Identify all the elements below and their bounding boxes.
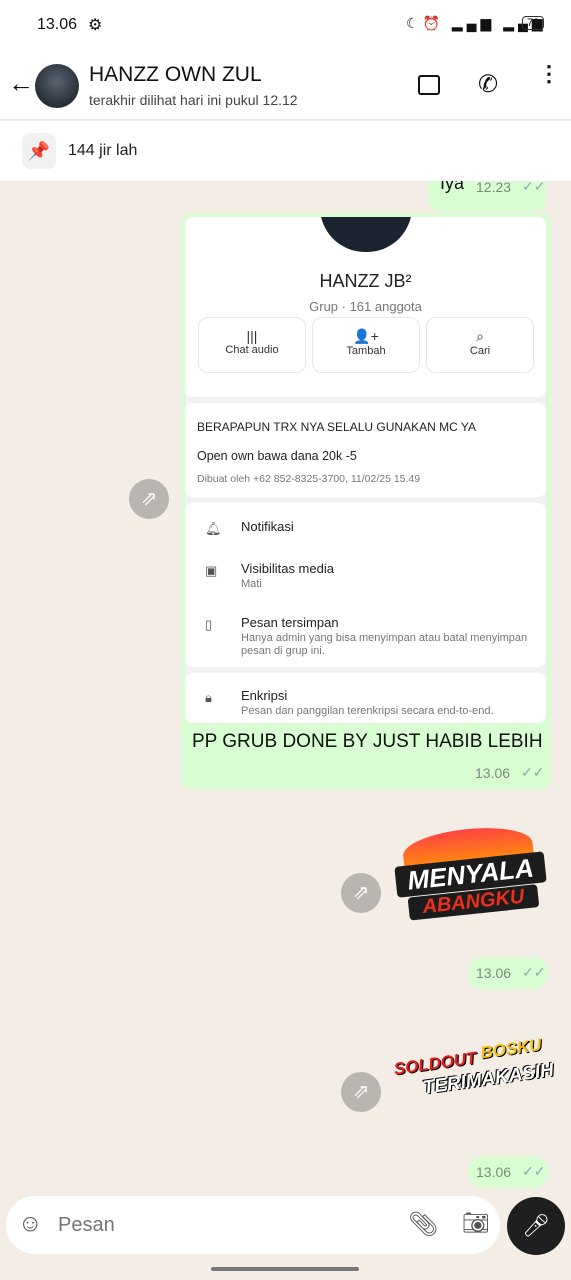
setting-media-visibility: ▣ Visibilitas media Mati	[185, 561, 546, 597]
sticker-menyala[interactable]: MENYALA ABANGKU	[391, 821, 551, 936]
forward-button[interactable]: ⇗	[341, 1072, 381, 1112]
description-title: BERAPAPUN TRX NYA SELALU GUNAKAN MC YA	[197, 420, 476, 434]
gesture-nav-bar[interactable]	[211, 1267, 359, 1271]
settings-card: 🔔︎ Notifikasi ▣ Visibilitas media Mati ▯ Pes…	[185, 503, 546, 667]
search-button: ⌕ Cari	[426, 317, 534, 373]
group-meta: Grup · 161 anggota	[309, 299, 422, 314]
message-input[interactable]	[58, 1210, 378, 1240]
message-bubble[interactable]: 13.06 ✓✓	[468, 1156, 548, 1188]
audio-wave-icon: |||	[246, 328, 258, 344]
add-person-icon: 👤+	[353, 328, 379, 344]
battery-indicator: 79	[522, 16, 545, 30]
description-body: Open own bawa dana 20k -5	[197, 449, 357, 463]
voice-record-button[interactable]: 🎤︎	[507, 1197, 565, 1255]
setting-label: Pesan tersimpan	[241, 615, 339, 630]
bookmark-icon: ▯	[205, 617, 213, 632]
microphone-icon: 🎤︎	[522, 1213, 550, 1238]
bell-icon: 🔔︎	[205, 521, 222, 536]
add-member-button: 👤+ Tambah	[312, 317, 420, 373]
setting-notifications: 🔔︎ Notifikasi	[185, 519, 546, 539]
message-time: 13.06	[475, 765, 511, 781]
message-text: Iya	[440, 181, 465, 193]
read-ticks-icon: ✓✓	[522, 181, 546, 194]
setting-sub: Hanya admin yang bisa menyimpan atau bat…	[241, 632, 528, 657]
group-description-card: BERAPAPUN TRX NYA SELALU GUNAKAN MC YA O…	[185, 403, 546, 497]
setting-saved-messages: ▯ Pesan tersimpan Hanya admin yang bisa me…	[185, 615, 546, 659]
back-arrow-icon[interactable]: ←	[8, 68, 34, 99]
setting-encryption: 🔒︎ Enkripsi Pesan dan panggilan terenkrips…	[185, 688, 546, 723]
message-time: 13.06	[476, 1164, 512, 1180]
setting-sub: Mati	[241, 578, 262, 590]
setting-label: Enkripsi	[241, 688, 288, 703]
contact-name[interactable]: HANZZ OWN ZUL	[89, 63, 262, 87]
settings-gear-icon: ⚙	[88, 17, 103, 34]
more-options-icon[interactable]: ⋮	[538, 63, 560, 85]
avatar[interactable]	[35, 64, 79, 108]
button-label: Chat audio	[225, 344, 279, 356]
video-call-icon[interactable]	[418, 75, 440, 95]
sticker-soldout[interactable]: SOLDOUT BOSKU TERIMAKASIH	[388, 1032, 556, 1124]
search-icon: ⌕	[476, 328, 484, 344]
forward-button[interactable]: ⇗	[341, 873, 381, 913]
button-label: Cari	[469, 345, 491, 357]
setting-label: Visibilitas media	[241, 561, 334, 576]
sticker-emoji-icon[interactable]: ☺	[18, 1210, 43, 1238]
setting-label: Notifikasi	[241, 519, 294, 534]
image-message-bubble[interactable]: HANZZ JB² Grup · 161 anggota ||| Chat aud…	[181, 213, 551, 789]
created-by: Dibuat oleh +62 852-8325-3700, 11/02/25 …	[197, 473, 421, 485]
forward-button[interactable]: ⇗	[129, 479, 169, 519]
status-bar: 13.06 ⚙ ☾⏰ ▂▄▆ ▂▄▆ 79	[0, 0, 571, 52]
chat-audio-button: ||| Chat audio	[198, 317, 306, 373]
group-header-card: HANZZ JB² Grup · 161 anggota ||| Chat aud…	[185, 217, 546, 397]
pin-icon: 📌	[22, 133, 56, 169]
group-info-screenshot[interactable]: HANZZ JB² Grup · 161 anggota ||| Chat aud…	[185, 217, 546, 723]
group-avatar	[320, 217, 412, 252]
attach-paperclip-icon[interactable]: 📎︎	[408, 1210, 438, 1239]
setting-sub: Pesan dan panggilan terenkripsi secara e…	[241, 705, 494, 717]
chat-area[interactable]: Iya 12.23 ✓✓ HANZZ JB² Grup · 161 anggot…	[0, 181, 571, 1196]
lock-icon: 🔒︎	[205, 690, 212, 705]
pinned-text: 144 jir lah	[68, 142, 138, 159]
encryption-card: 🔒︎ Enkripsi Pesan dan panggilan terenkrips…	[185, 673, 546, 723]
message-time: 13.06	[476, 965, 512, 981]
phone-call-icon[interactable]: ✆	[478, 70, 498, 99]
message-bubble[interactable]: 13.06 ✓✓	[468, 957, 548, 989]
pinned-message-bar[interactable]: 📌 144 jir lah	[0, 121, 571, 181]
last-seen: terakhir dilihat hari ini pukul 12.12	[89, 92, 298, 108]
camera-icon[interactable]: 📷︎	[462, 1210, 490, 1236]
message-bubble[interactable]: Iya 12.23 ✓✓	[428, 181, 546, 211]
read-ticks-icon: ✓✓	[521, 764, 545, 780]
chat-header: ← HANZZ OWN ZUL terakhir dilihat hari in…	[0, 52, 571, 120]
sticker-text: BOSKU	[479, 1035, 543, 1063]
button-label: Tambah	[346, 345, 386, 357]
clock: 13.06	[37, 16, 78, 33]
message-caption: PP GRUB DONE BY JUST HABIB LEBIH	[192, 731, 543, 752]
image-icon: ▣	[205, 563, 218, 578]
read-ticks-icon: ✓✓	[522, 1163, 546, 1179]
message-time: 12.23	[476, 181, 512, 195]
message-input-bar[interactable]: ☺ 📎︎ 📷︎	[6, 1196, 500, 1254]
group-name: HANZZ JB²	[319, 271, 412, 291]
read-ticks-icon: ✓✓	[522, 964, 546, 980]
